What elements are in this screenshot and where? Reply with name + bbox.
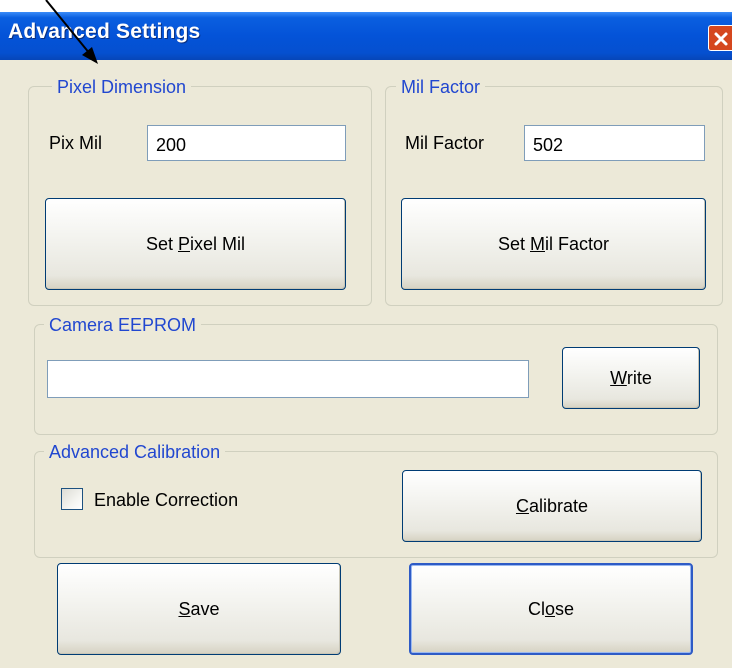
arrow-annotation-icon [45, 0, 98, 64]
